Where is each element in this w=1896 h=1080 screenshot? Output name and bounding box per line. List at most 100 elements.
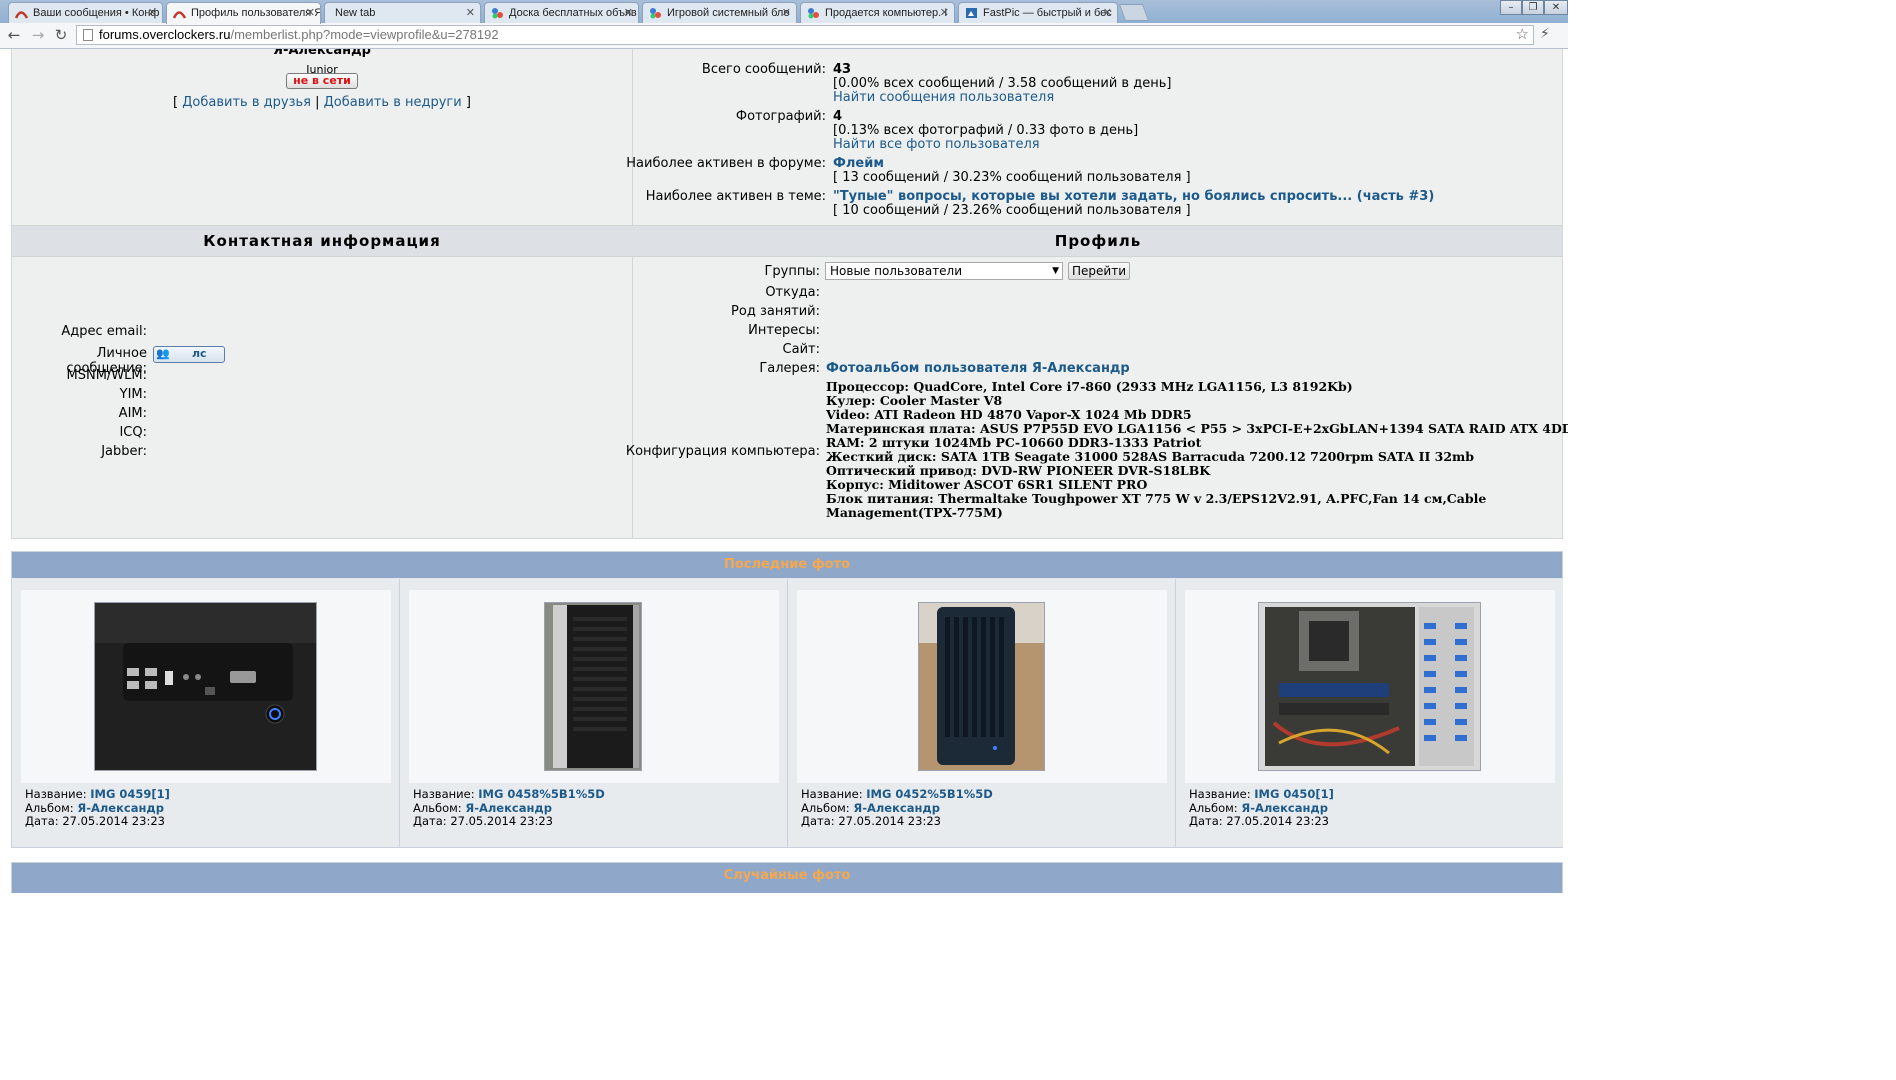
photo-thumbnail-case-interior[interactable] <box>1258 602 1481 771</box>
case-front-image <box>919 603 1044 770</box>
tab-new-tab[interactable]: New tab ✕ <box>324 2 481 23</box>
add-foe-link[interactable]: Добавить в недруги <box>324 95 462 110</box>
thumb-frame <box>21 590 391 783</box>
photos-label: Фотографий: <box>735 109 826 124</box>
posts-detail: [0.00% всех сообщений / 3.58 сообщений в… <box>833 76 1172 91</box>
find-posts-link[interactable]: Найти сообщения пользователя <box>833 90 1054 105</box>
jabber-label: Jabber: <box>101 444 147 459</box>
tab-computer-for-sale[interactable]: Продается компьютер. I ✕ <box>800 2 955 23</box>
profile-heading: Профиль <box>1054 232 1142 250</box>
add-friend-link[interactable]: Добавить в друзья <box>182 95 311 110</box>
album-link[interactable]: Я-Александр <box>77 801 164 815</box>
users-icon: 👥 <box>156 347 170 360</box>
photo-name-link[interactable]: IMG 0450[1] <box>1254 787 1334 801</box>
tab-fastpic[interactable]: FastPic — быстрый и бес ✕ <box>958 2 1118 23</box>
photo-thumbnail-case-side[interactable] <box>544 602 642 771</box>
close-tab-icon[interactable]: ✕ <box>466 3 475 23</box>
pm-button[interactable]: 👥 лс <box>153 346 225 363</box>
find-photos-link[interactable]: Найти все фото пользователя <box>833 137 1040 152</box>
contact-heading: Контактная информация <box>203 232 441 250</box>
tab-gaming-pc[interactable]: Игровой системный бло ✕ <box>642 2 797 23</box>
active-forum-detail: [ 13 сообщений / 30.23% сообщений пользо… <box>833 170 1191 185</box>
computer-config: Процессор: QuadCore, Intel Core i7-860 (… <box>826 379 1568 520</box>
album-link[interactable]: Я-Александр <box>853 801 940 815</box>
restore-icon[interactable]: ❐ <box>1522 0 1544 15</box>
config-line: Кулер: Cooler Master V8 <box>826 393 1003 408</box>
photo-name-link[interactable]: IMG 0459[1] <box>90 787 170 801</box>
photo-caption: Название: IMG 0450[1] Альбом: Я-Александ… <box>1189 787 1334 829</box>
photo-thumbnail-case-front-panel[interactable] <box>94 602 317 771</box>
case-interior-image <box>1259 603 1480 770</box>
close-tab-icon[interactable]: ✕ <box>148 3 157 23</box>
close-tab-icon[interactable]: ✕ <box>940 3 949 23</box>
overclockers-favicon-icon <box>173 11 186 19</box>
forward-arrow-icon[interactable]: → <box>29 26 47 44</box>
msnm-label: MSNM/WLM: <box>66 368 147 383</box>
config-line: Процессор: QuadCore, Intel Core i7-860 (… <box>826 379 1353 394</box>
address-bar[interactable]: forums.overclockers.ru/memberlist.php?mo… <box>76 25 1534 45</box>
date-label: Дата: <box>801 814 835 828</box>
photo-name-link[interactable]: IMG 0452%5B1%5D <box>866 787 993 801</box>
occupation-label: Род занятий: <box>731 304 820 319</box>
back-arrow-icon[interactable]: ← <box>5 26 23 44</box>
config-line: RAM: 2 штуки 1024Mb PC-10660 DDR3-1333 P… <box>826 435 1202 450</box>
close-tab-icon[interactable]: ✕ <box>624 3 633 23</box>
close-tab-icon[interactable]: ✕ <box>782 3 791 23</box>
name-label: Название: <box>25 787 87 801</box>
date-label: Дата: <box>25 814 59 828</box>
extension-bolt-icon[interactable]: ⚡ <box>1540 26 1550 42</box>
browser-toolbar: ← → ↻ forums.overclockers.ru/memberlist.… <box>0 23 1568 49</box>
gallery-label: Галерея: <box>759 361 820 376</box>
groups-select[interactable]: Новые пользователи ▼ <box>825 262 1063 280</box>
album-link[interactable]: Я-Александр <box>465 801 552 815</box>
tab-strip: Ваши сообщения • Конф ✕ Профиль пользова… <box>0 0 1568 24</box>
tab-profile[interactable]: Профиль пользователя Я ✕ <box>166 2 321 24</box>
posts-value: 43 <box>833 62 852 77</box>
album-label: Альбом: <box>413 800 462 815</box>
posts-label: Всего сообщений: <box>701 62 826 77</box>
photos-value: 4 <box>833 109 843 124</box>
name-label: Название: <box>801 787 863 801</box>
reload-icon[interactable]: ↻ <box>52 26 70 44</box>
config-line: Жесткий диск: SATA 1TB Seagate 31000 528… <box>826 449 1474 464</box>
new-tab-button[interactable] <box>1118 4 1150 21</box>
minimize-icon[interactable]: – <box>1500 0 1522 15</box>
tab-board[interactable]: Доска бесплатных объяв ✕ <box>484 2 639 23</box>
photo-thumbnail-case-front[interactable] <box>918 602 1045 771</box>
recent-photos-panel: Последние фото Название: IMG 0459[1] Аль… <box>11 551 1563 848</box>
active-topic-link[interactable]: "Тупые" вопросы, которые вы хотели задат… <box>833 189 1434 204</box>
date-label: Дата: <box>1189 814 1223 828</box>
page-content: Я-Александр Junior не в сети [ Добавить … <box>0 49 1568 893</box>
active-forum-link[interactable]: Флейм <box>833 156 884 171</box>
go-button[interactable]: Перейти <box>1068 262 1130 280</box>
board-favicon-icon <box>492 8 503 19</box>
tab-title: Игровой системный бло <box>667 7 790 19</box>
fastpic-favicon-icon <box>966 8 977 18</box>
date-label: Дата: <box>413 814 447 828</box>
album-label: Альбом: <box>25 800 74 815</box>
case-front-panel-image <box>95 603 316 770</box>
from-label: Откуда: <box>765 285 820 300</box>
bracket: [ <box>173 95 179 110</box>
tab-messages[interactable]: Ваши сообщения • Конф ✕ <box>8 2 163 23</box>
close-tab-icon[interactable]: ✕ <box>306 3 315 23</box>
column-divider <box>632 49 633 538</box>
tab-title: New tab <box>335 7 376 19</box>
bookmark-star-icon[interactable]: ☆ <box>1516 26 1529 44</box>
friend-links: [ Добавить в друзья | Добавить в недруги… <box>12 95 632 110</box>
gallery-link[interactable]: Фотоальбом пользователя Я-Александр <box>826 361 1130 376</box>
close-tab-icon[interactable]: ✕ <box>1103 3 1112 23</box>
config-line: Management(TPX-775M) <box>826 505 1003 520</box>
album-label: Альбом: <box>1189 800 1238 815</box>
overclockers-favicon-icon <box>15 11 28 19</box>
groups-label: Группы: <box>764 264 820 279</box>
photo-name-link[interactable]: IMG 0458%5B1%5D <box>478 787 605 801</box>
photo-card: Название: IMG 0452%5B1%5D Альбом: Я-Алек… <box>788 579 1176 847</box>
close-window-icon[interactable]: ✕ <box>1544 0 1568 15</box>
active-forum-label: Наиболее активен в форуме: <box>626 156 826 171</box>
url-host: forums.overclockers.ru <box>99 27 231 42</box>
section-heading-band: Контактная информация Профиль <box>12 225 1562 257</box>
config-line: Блок питания: Thermaltake Toughpower XT … <box>826 491 1487 506</box>
album-link[interactable]: Я-Александр <box>1241 801 1328 815</box>
url-path: /memberlist.php?mode=viewprofile&u=27819… <box>230 27 499 42</box>
